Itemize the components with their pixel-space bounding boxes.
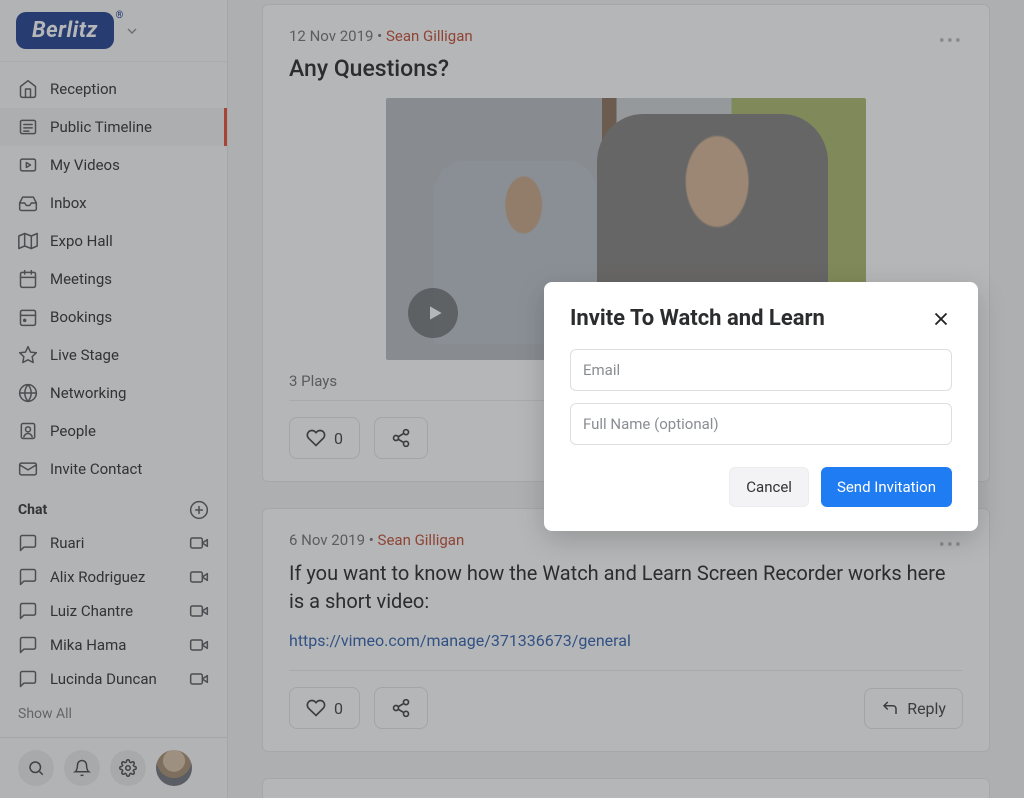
modal-title: Invite To Watch and Learn (570, 306, 825, 331)
close-button[interactable] (930, 308, 952, 330)
invite-modal: Invite To Watch and Learn Cancel Send In… (544, 282, 978, 531)
cancel-button[interactable]: Cancel (729, 467, 809, 507)
fullname-field[interactable] (570, 403, 952, 445)
send-invitation-button[interactable]: Send Invitation (821, 467, 952, 507)
modal-overlay[interactable]: Invite To Watch and Learn Cancel Send In… (0, 0, 1024, 798)
email-field[interactable] (570, 349, 952, 391)
